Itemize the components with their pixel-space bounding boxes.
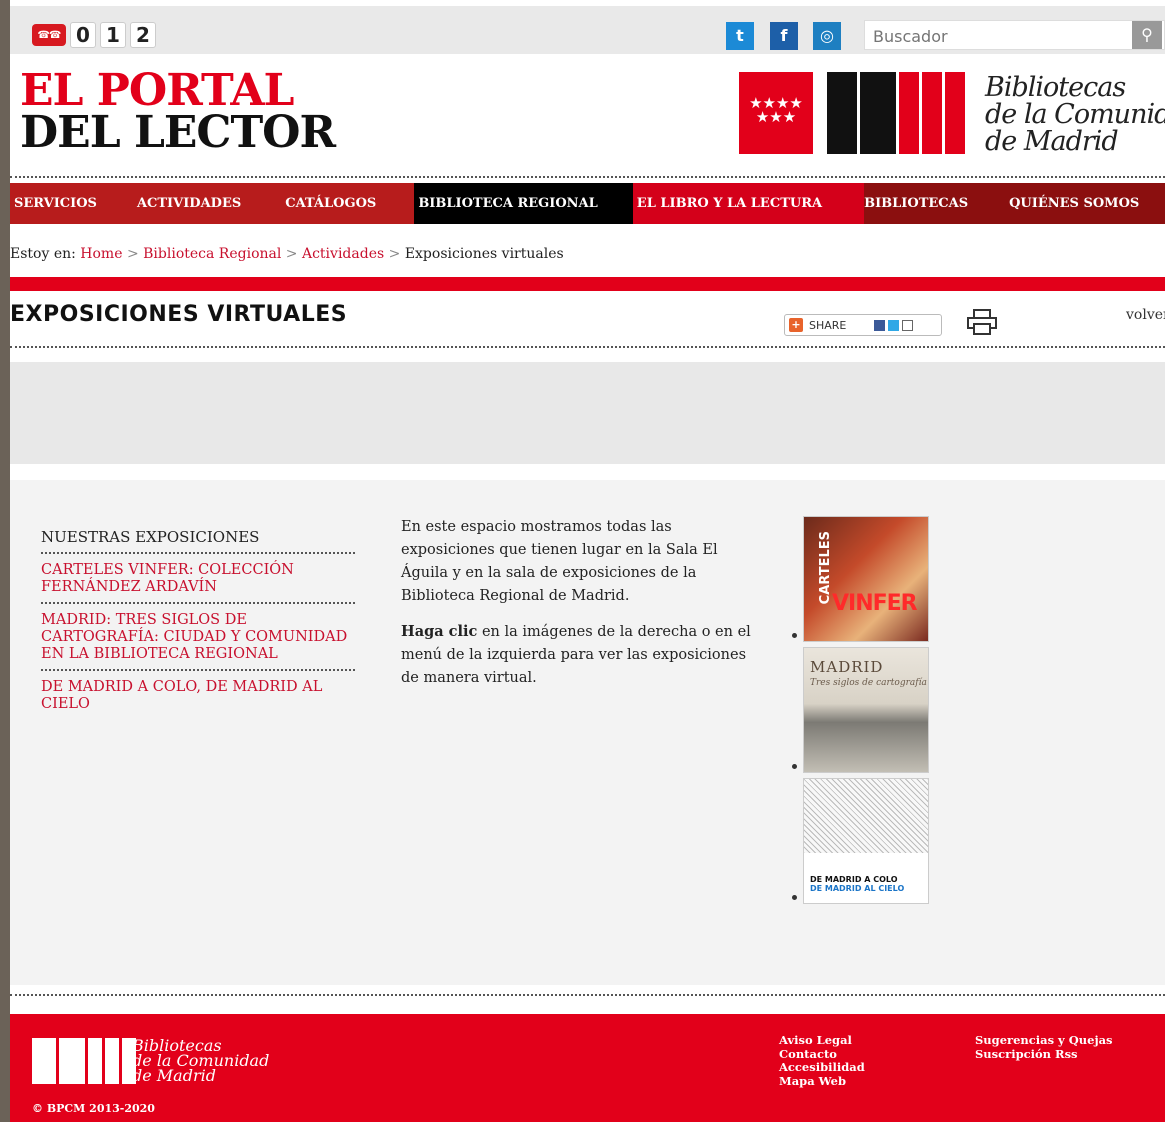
list-item: DE MADRID A COLO DE MADRID AL CIELO: [792, 778, 952, 909]
top-bar: ☎☎ 0 1 2 t f ◎ ⚲: [10, 0, 1165, 54]
nav-item-servicios[interactable]: SERVICIOS: [10, 183, 117, 224]
thumb-text-line2: DE MADRID AL CIELO: [810, 884, 905, 893]
divider: [10, 346, 1165, 348]
digit-0: 0: [70, 22, 96, 48]
nav-item-libro-lectura[interactable]: EL LIBRO Y LA LECTURA: [632, 183, 865, 224]
footer: Bibliotecas de la Comunidad de Madrid © …: [10, 1014, 1165, 1122]
breadcrumb-separator: >: [126, 246, 139, 262]
twitter-icon[interactable]: t: [726, 22, 754, 50]
breadcrumb-separator: >: [285, 246, 298, 262]
volver-link[interactable]: volver: [1126, 307, 1165, 323]
bcm-bars-icon: [827, 72, 965, 154]
footer-link-sugerencias[interactable]: Sugerencias y Quejas: [975, 1033, 1113, 1048]
phone-icon: ☎☎: [32, 24, 66, 46]
breadcrumb-actividades[interactable]: Actividades: [302, 246, 384, 262]
banner-placeholder: [10, 362, 1165, 464]
thumbnail-madrid-cielo[interactable]: DE MADRID A COLO DE MADRID AL CIELO: [803, 778, 929, 904]
breadcrumb-biblioteca-regional[interactable]: Biblioteca Regional: [143, 246, 281, 262]
exhibition-link-vinfer[interactable]: CARTELES VINFER: COLECCIÓN FERNÁNDEZ ARD…: [41, 554, 355, 604]
print-icon[interactable]: [966, 308, 998, 336]
footer-link-contacto[interactable]: Contacto: [779, 1047, 865, 1062]
bullet: [792, 633, 797, 638]
footer-link-accesibilidad[interactable]: Accesibilidad: [779, 1060, 865, 1075]
share-services: [874, 319, 914, 331]
thumb-text: CARTELES: [818, 531, 833, 605]
bullet: [792, 895, 797, 900]
plus-icon: +: [789, 318, 803, 332]
main-content: NUESTRAS EXPOSICIONES CARTELES VINFER: C…: [10, 480, 1165, 985]
intro-bold: Haga clic: [401, 623, 478, 640]
stars-icon: ★★★★ ★★★: [739, 72, 813, 154]
bullet: [792, 764, 797, 769]
nav-item-quienes-somos[interactable]: QUIÉNES SOMOS: [1009, 183, 1159, 224]
search-button[interactable]: ⚲: [1132, 21, 1162, 49]
footer-link-aviso-legal[interactable]: Aviso Legal: [779, 1033, 865, 1048]
thumb-text: DE MADRID A COLO DE MADRID AL CIELO: [810, 875, 904, 893]
footer-links-col1: Aviso Legal Contacto Accesibilidad Mapa …: [779, 1033, 865, 1089]
exhibition-link-cartografia[interactable]: MADRID: TRES SIGLOS DE CARTOGRAFÍA: CIUD…: [41, 604, 355, 671]
red-divider: [10, 277, 1165, 291]
bibliotecas-comunidad-logo[interactable]: ★★★★★★★ Bibliotecas de la Comunidad de M…: [739, 72, 1165, 156]
footer-logo-text: Bibliotecas de la Comunidad de Madrid: [132, 1038, 269, 1085]
list-item: MADRID Tres siglos de cartografía: [792, 647, 952, 778]
breadcrumb: Estoy en: Home > Biblioteca Regional > A…: [10, 246, 564, 262]
thumb-text: MADRID: [810, 658, 884, 676]
intro-paragraph-1: En este espacio mostramos todas las expo…: [401, 519, 718, 604]
footer-link-mapa-web[interactable]: Mapa Web: [779, 1074, 865, 1089]
page-title: EXPOSICIONES VIRTUALES: [10, 302, 348, 327]
thumbnail-vinfer[interactable]: CARTELES VINFER: [803, 516, 929, 642]
nav-item-bibliotecas[interactable]: BIBLIOTECAS: [864, 183, 1009, 224]
facebook-mini-icon: [874, 319, 886, 331]
search-input[interactable]: [873, 25, 1113, 47]
instagram-icon[interactable]: ◎: [813, 22, 841, 50]
thumb-text: Tres siglos de cartografía: [810, 678, 927, 688]
share-button[interactable]: + SHARE: [784, 314, 942, 336]
exhibitions-heading: NUESTRAS EXPOSICIONES: [41, 528, 355, 554]
facebook-icon[interactable]: f: [770, 22, 798, 50]
share-label: SHARE: [809, 318, 847, 332]
breadcrumb-current: Exposiciones virtuales: [404, 246, 564, 262]
page: ☎☎ 0 1 2 t f ◎ ⚲ EL PORTAL DEL LECTOR ★★…: [10, 0, 1165, 1122]
nav-item-biblioteca-regional[interactable]: BIBLIOTECA REGIONAL: [414, 183, 633, 224]
phone-012-badge[interactable]: ☎☎ 0 1 2: [32, 22, 156, 48]
intro-text: En este espacio mostramos todas las expo…: [401, 516, 763, 702]
exhibitions-menu: NUESTRAS EXPOSICIONES CARTELES VINFER: C…: [41, 528, 355, 719]
thumb-text-line1: DE MADRID A COLO: [810, 875, 898, 884]
nav-item-catalogos[interactable]: CATÁLOGOS: [281, 183, 415, 224]
portal-logo-line2: DEL LECTOR: [20, 107, 336, 158]
divider: [10, 994, 1165, 996]
divider: [10, 176, 1165, 178]
breadcrumb-prefix: Estoy en:: [10, 246, 76, 262]
portal-logo-line1: EL PORTAL: [20, 65, 294, 116]
thumb-text: VINFER: [832, 591, 918, 616]
copyright: © BPCM 2013-2020: [32, 1102, 155, 1115]
exhibition-thumbnails: CARTELES VINFER MADRID Tres siglos de ca…: [792, 516, 952, 909]
digit-1: 1: [100, 22, 126, 48]
footer-link-rss[interactable]: Suscripción Rss: [975, 1047, 1113, 1062]
email-mini-icon: [902, 319, 914, 331]
intro-paragraph-2: Haga clic en la imágenes de la derecha o…: [401, 620, 763, 690]
thumbnail-cartografia[interactable]: MADRID Tres siglos de cartografía: [803, 647, 929, 773]
nav-item-actividades[interactable]: ACTIVIDADES: [116, 183, 282, 224]
main-nav: SERVICIOS ACTIVIDADES CATÁLOGOS BIBLIOTE…: [10, 183, 1165, 224]
footer-links-col2: Sugerencias y Quejas Suscripción Rss: [975, 1033, 1113, 1062]
bcm-logo-line3: de Madrid: [985, 126, 1119, 157]
portal-logo[interactable]: EL PORTAL DEL LECTOR: [20, 65, 336, 158]
breadcrumb-home[interactable]: Home: [80, 246, 122, 262]
bcm-logo-text: Bibliotecas de la Comunidad de Madrid: [985, 74, 1165, 155]
twitter-mini-icon: [888, 319, 900, 331]
digit-2: 2: [130, 22, 156, 48]
footer-bars-icon: [32, 1038, 136, 1084]
exhibition-link-madrid-cielo[interactable]: DE MADRID A COLO, DE MADRID AL CIELO: [41, 671, 355, 719]
list-item: CARTELES VINFER: [792, 516, 952, 647]
search-box: ⚲: [864, 20, 1165, 50]
breadcrumb-separator: >: [388, 246, 401, 262]
footer-logo-line3: de Madrid: [132, 1066, 216, 1085]
